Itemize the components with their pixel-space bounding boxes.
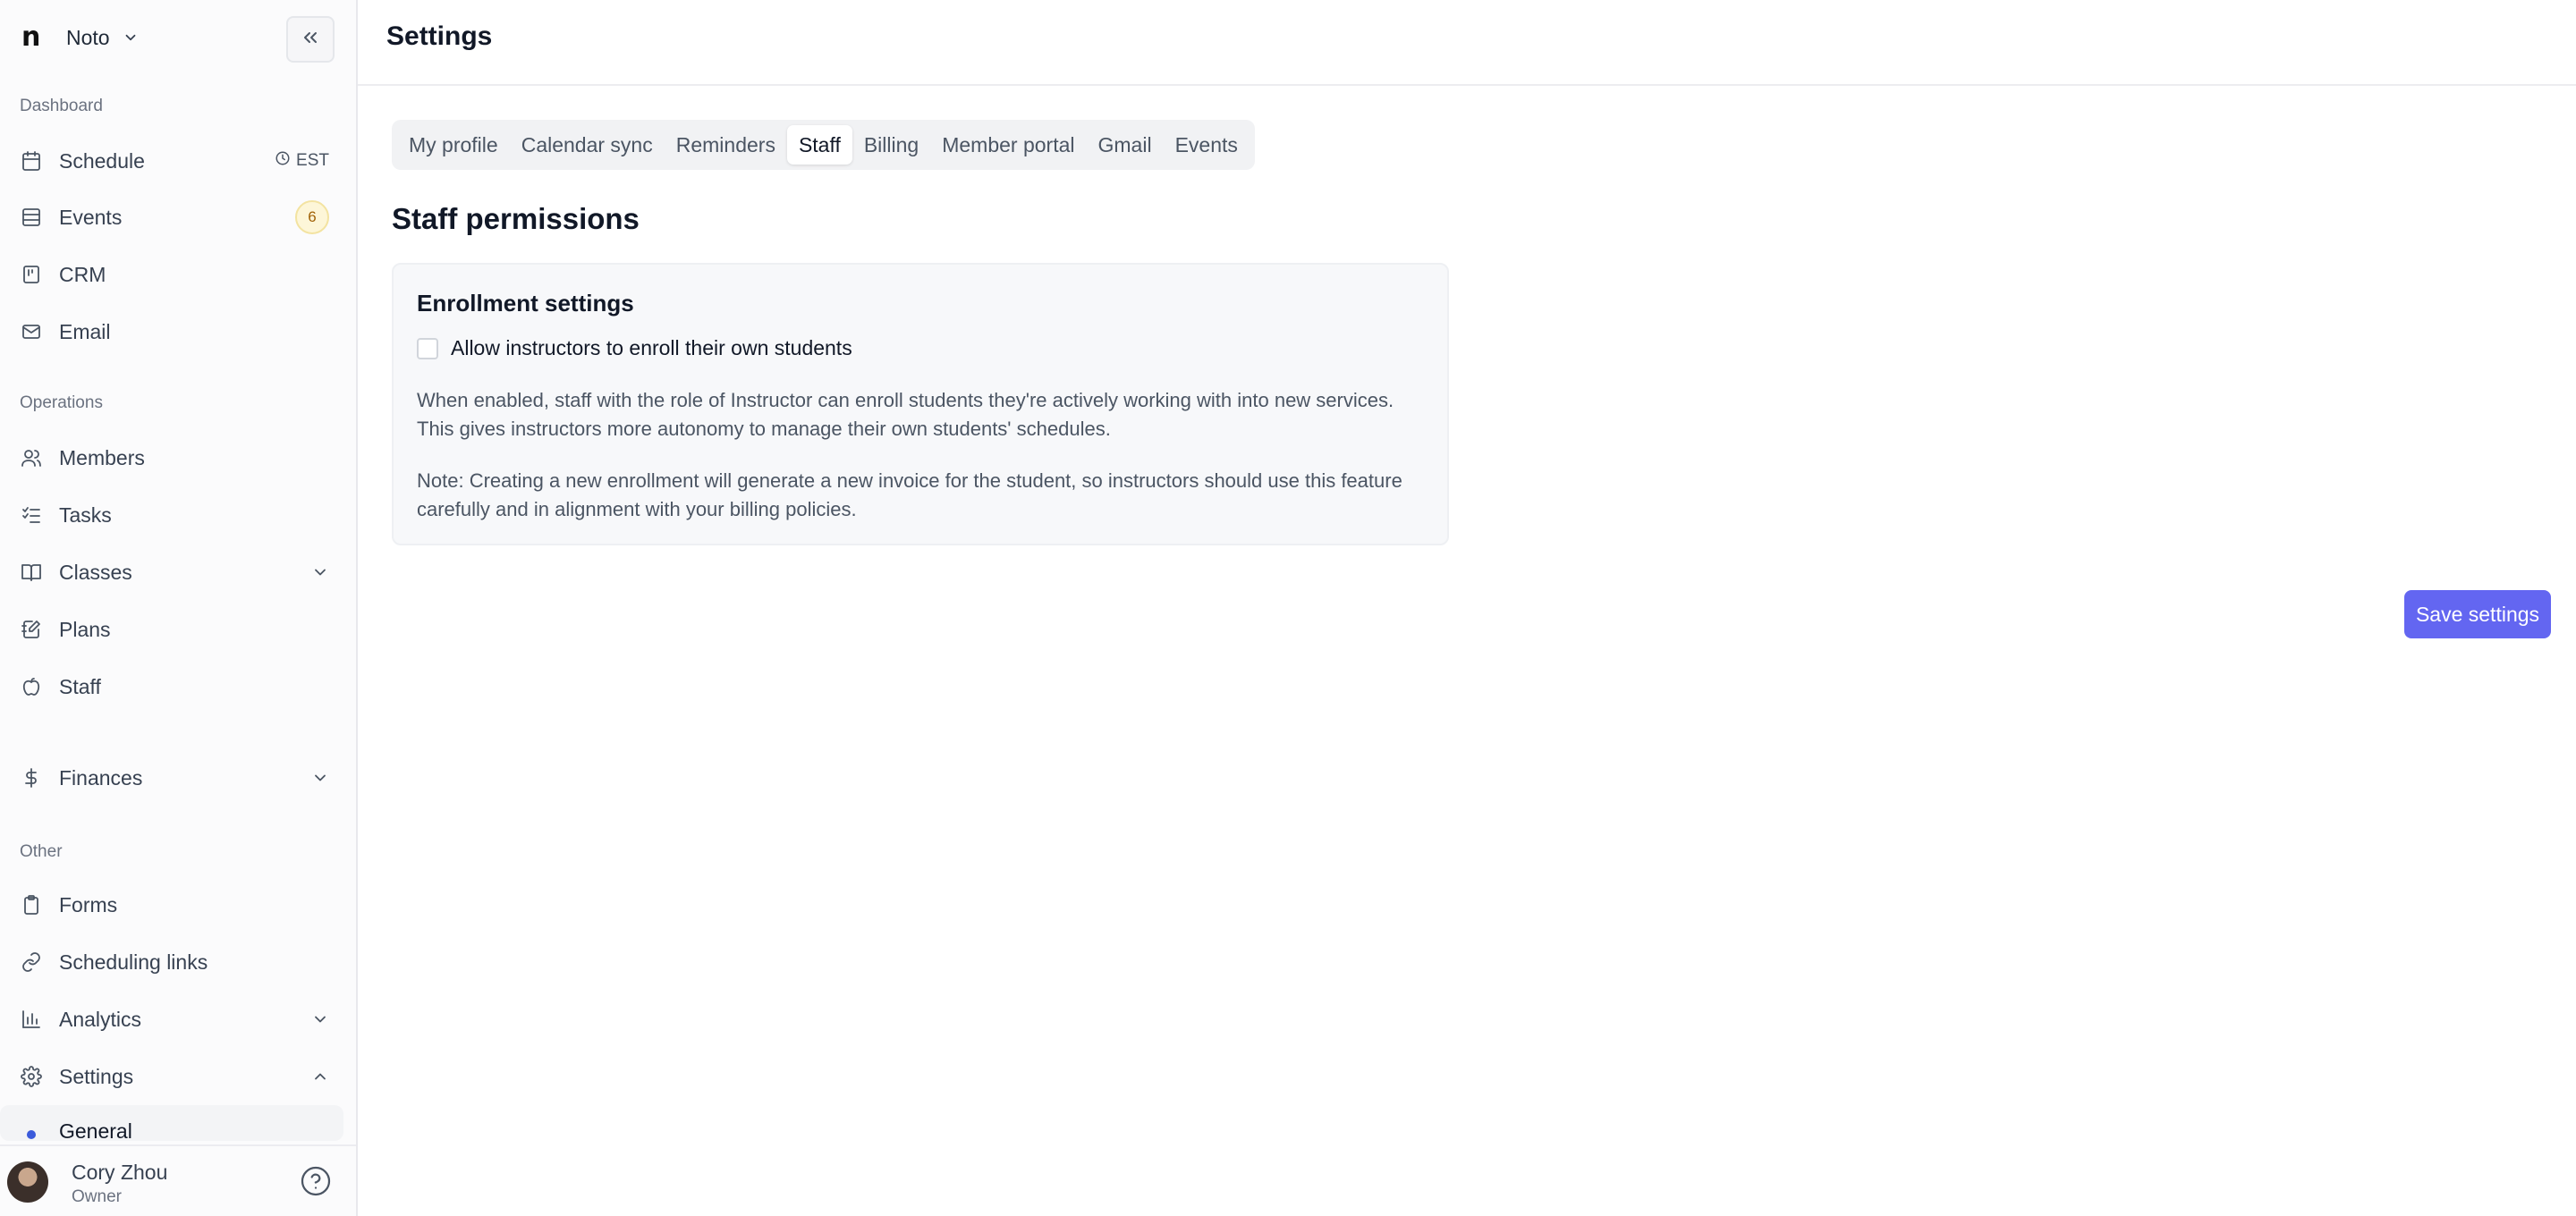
sidebar-item-tasks[interactable]: Tasks — [0, 490, 356, 540]
tab-reminders[interactable]: Reminders — [665, 125, 787, 165]
sidebar-item-label: Analytics — [59, 1007, 142, 1031]
avatar[interactable] — [7, 1161, 48, 1203]
enrollment-settings-card: Enrollment settings Allow instructors to… — [392, 263, 1449, 545]
sidebar-item-forms[interactable]: Forms — [0, 880, 356, 930]
chevron-up-icon — [311, 1068, 329, 1085]
link-icon — [20, 950, 43, 974]
section-title: Staff permissions — [392, 202, 640, 235]
dollar-icon — [20, 766, 43, 790]
sidebar-item-crm[interactable]: CRM — [0, 249, 356, 300]
chevron-down-icon — [311, 563, 329, 581]
chevron-down-icon — [311, 1010, 329, 1028]
apple-icon — [20, 675, 43, 698]
contacts-icon — [20, 263, 43, 286]
sidebar-item-label: Staff — [59, 674, 101, 698]
sidebar-item-label: Members — [59, 445, 145, 469]
sidebar-item-label: Scheduling links — [59, 950, 208, 974]
checkbox-label[interactable]: Allow instructors to enroll their own st… — [451, 336, 852, 360]
sidebar-subitem-general[interactable] — [0, 1105, 343, 1141]
save-settings-button[interactable]: Save settings — [2404, 590, 2551, 638]
page-header: Settings — [358, 0, 2576, 86]
sidebar-item-label: Plans — [59, 617, 111, 641]
sidebar: n Noto Dashboard Schedule EST Events 6 C… — [0, 0, 358, 1216]
active-indicator-dot — [27, 1130, 36, 1139]
tab-staff[interactable]: Staff — [786, 125, 852, 165]
timezone-label: EST — [296, 151, 329, 170]
tab-billing[interactable]: Billing — [852, 125, 930, 165]
sidebar-item-label: Finances — [59, 765, 143, 790]
sidebar-subitem-label: General — [59, 1119, 132, 1143]
timezone-indicator: EST — [275, 150, 329, 172]
list-icon — [20, 206, 43, 229]
sidebar-item-label: Schedule — [59, 148, 145, 173]
workspace-switcher[interactable]: n Noto — [21, 18, 139, 57]
sidebar-item-finances[interactable]: Finances — [0, 753, 356, 803]
mail-icon — [20, 320, 43, 343]
sidebar-item-plans[interactable]: Plans — [0, 604, 356, 654]
card-title: Enrollment settings — [417, 290, 634, 317]
workspace-name: Noto — [66, 25, 110, 49]
tab-my-profile[interactable]: My profile — [397, 125, 510, 165]
chevron-down-icon — [123, 30, 139, 46]
calendar-icon — [20, 149, 43, 173]
sidebar-item-label: Events — [59, 205, 123, 229]
bar-chart-icon — [20, 1008, 43, 1031]
clipboard-icon — [20, 893, 43, 916]
collapse-sidebar-button[interactable] — [286, 16, 335, 63]
settings-tabs: My profile Calendar sync Reminders Staff… — [392, 120, 1255, 170]
sidebar-item-members[interactable]: Members — [0, 433, 356, 483]
sidebar-item-analytics[interactable]: Analytics — [0, 994, 356, 1044]
sidebar-item-label: Forms — [59, 892, 118, 916]
clock-icon — [275, 150, 291, 172]
section-label-dashboard: Dashboard — [20, 97, 103, 115]
sidebar-item-staff[interactable]: Staff — [0, 662, 356, 712]
sidebar-item-label: CRM — [59, 262, 106, 286]
user-role: Owner — [72, 1187, 122, 1206]
sidebar-item-label: Email — [59, 319, 111, 343]
gear-icon — [20, 1065, 43, 1088]
app-logo: n — [21, 21, 41, 53]
chevron-down-icon — [311, 769, 329, 787]
sidebar-item-settings[interactable]: Settings — [0, 1051, 356, 1102]
book-open-icon — [20, 561, 43, 584]
sidebar-item-schedule[interactable]: Schedule EST — [0, 136, 356, 186]
tab-events[interactable]: Events — [1164, 125, 1250, 165]
setting-description: When enabled, staff with the role of Ins… — [417, 389, 1394, 440]
sidebar-item-label: Settings — [59, 1064, 134, 1088]
chevrons-left-icon — [300, 27, 321, 53]
user-footer: Cory Zhou Owner — [0, 1144, 356, 1216]
help-icon[interactable] — [299, 1164, 333, 1198]
events-count-badge: 6 — [295, 200, 329, 234]
tab-member-portal[interactable]: Member portal — [930, 125, 1086, 165]
notebook-pen-icon — [20, 618, 43, 641]
checklist-icon — [20, 503, 43, 527]
sidebar-item-events[interactable]: Events 6 — [0, 192, 356, 242]
setting-note: Note: Creating a new enrollment will gen… — [417, 469, 1402, 520]
sidebar-item-classes[interactable]: Classes — [0, 547, 356, 597]
sidebar-item-label: Classes — [59, 560, 132, 584]
user-name: Cory Zhou — [72, 1161, 168, 1184]
tab-calendar-sync[interactable]: Calendar sync — [510, 125, 665, 165]
sidebar-item-email[interactable]: Email — [0, 307, 356, 357]
users-icon — [20, 446, 43, 469]
section-label-operations: Operations — [20, 393, 103, 412]
allow-instructors-enroll-option[interactable]: Allow instructors to enroll their own st… — [417, 336, 852, 360]
tab-gmail[interactable]: Gmail — [1087, 125, 1164, 165]
page-title: Settings — [386, 21, 493, 51]
sidebar-item-label: Tasks — [59, 502, 112, 527]
sidebar-item-scheduling-links[interactable]: Scheduling links — [0, 937, 356, 987]
section-label-other: Other — [20, 842, 63, 861]
allow-instructors-enroll-checkbox[interactable] — [417, 337, 438, 359]
